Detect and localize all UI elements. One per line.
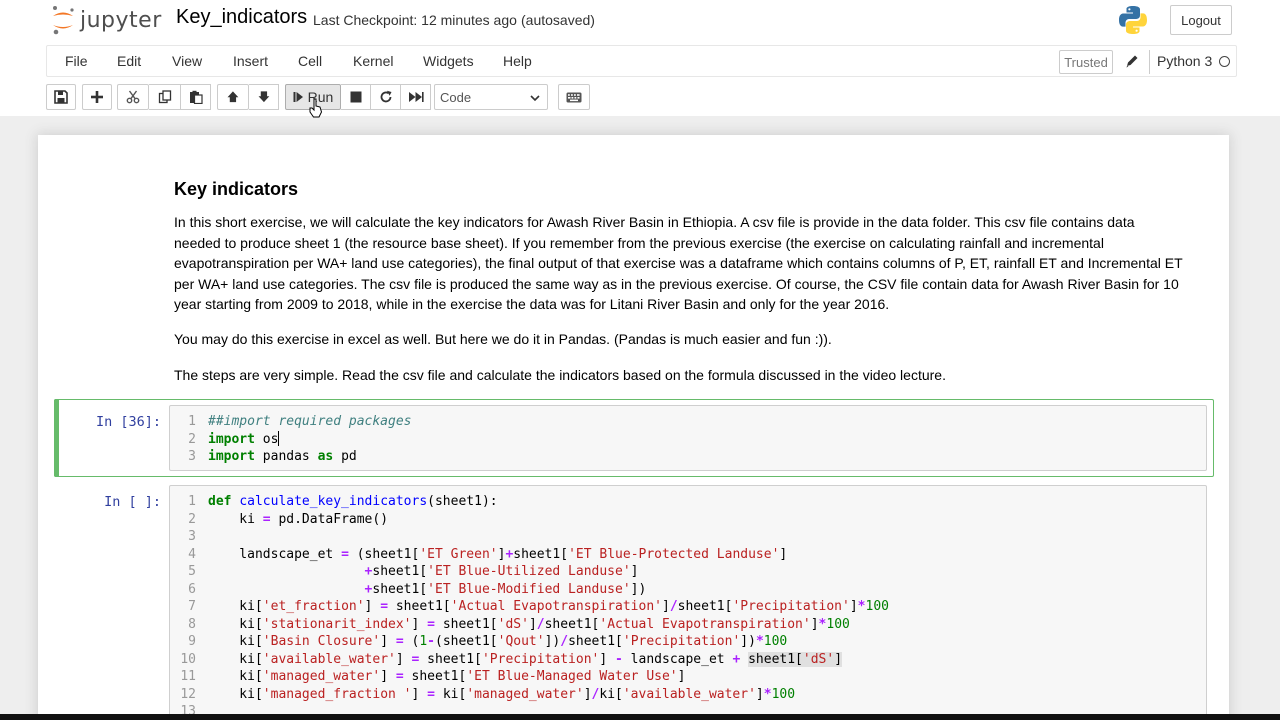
notebook-name[interactable]: Key_indicators: [176, 6, 307, 29]
save-button[interactable]: [46, 84, 76, 110]
chevron-down-icon: [530, 95, 540, 102]
save-icon: [54, 90, 68, 104]
autosave-status: (autosaved): [521, 12, 595, 28]
keyboard-icon: [566, 92, 582, 102]
menu-widgets[interactable]: Widgets: [423, 53, 474, 69]
markdown-paragraph-steps: The steps are very simple. Read the csv …: [174, 367, 946, 383]
section-heading: Key indicators: [174, 179, 299, 199]
arrow-down-icon: [258, 91, 269, 103]
cut-button[interactable]: [117, 84, 149, 110]
move-cell-up-button[interactable]: [217, 84, 249, 110]
move-cell-down-button[interactable]: [249, 84, 279, 110]
logout-button[interactable]: Logout: [1170, 5, 1232, 35]
text-cursor: [278, 430, 280, 446]
kernel-divider: [1149, 50, 1150, 74]
notebook-header: jupyter Key_indicators Last Checkpoint: …: [0, 0, 1280, 118]
menu-view[interactable]: View: [172, 53, 202, 69]
copy-icon: [158, 90, 171, 104]
cell-prompt: In [36]:: [95, 414, 161, 430]
insert-cell-button[interactable]: [82, 84, 112, 110]
code-cell-key-indicators[interactable]: In [ ]: 1 def calculate_key_indicators(sh…: [54, 479, 1214, 720]
code-editor[interactable]: 1 def calculate_key_indicators(sheet1): 2…: [169, 485, 1207, 720]
cell-type-select[interactable]: Code: [434, 84, 548, 110]
jupyter-logo-text: jupyter: [80, 7, 162, 33]
notebook-container: Key indicators In this short exercise, w…: [38, 135, 1229, 720]
plus-icon: [91, 91, 103, 103]
step-forward-icon: [293, 92, 303, 102]
menu-help[interactable]: Help: [503, 53, 532, 69]
fast-forward-icon: [408, 92, 424, 102]
command-palette-button[interactable]: [558, 84, 590, 110]
stop-icon: [350, 91, 361, 103]
trusted-notebook-indicator[interactable]: Trusted: [1059, 50, 1113, 74]
interrupt-kernel-button[interactable]: [341, 84, 371, 110]
cell-type-value: Code: [440, 89, 472, 105]
refresh-icon: [380, 90, 391, 103]
pencil-icon[interactable]: [1125, 53, 1139, 69]
arrow-up-icon: [227, 91, 239, 103]
kernel-name[interactable]: Python 3: [1157, 53, 1212, 69]
paste-icon: [189, 90, 203, 104]
restart-kernel-button[interactable]: [371, 84, 401, 110]
bottom-edge-bar: [0, 714, 1280, 720]
kernel-idle-icon: [1219, 56, 1230, 67]
code-editor[interactable]: 1 ##import required packages 2 import os 3…: [169, 405, 1207, 471]
code-cell-imports[interactable]: In [36]: 1 ##import required packages 2 im…: [54, 399, 1214, 477]
menu-edit[interactable]: Edit: [117, 53, 141, 69]
jupyter-logo[interactable]: jupyter: [50, 4, 162, 36]
scissors-icon: [126, 90, 140, 104]
paste-button[interactable]: [181, 84, 211, 110]
markdown-paragraph-intro: In this short exercise, we will calculat…: [174, 214, 1183, 312]
markdown-cell-heading[interactable]: Key indicators: [174, 179, 1184, 200]
header-top-bar: jupyter Key_indicators Last Checkpoint: …: [0, 0, 1280, 44]
menu-file[interactable]: File: [65, 53, 88, 69]
copy-button[interactable]: [149, 84, 181, 110]
menu-cell[interactable]: Cell: [298, 53, 322, 69]
last-checkpoint: Last Checkpoint: 12 minutes ago: [313, 12, 517, 28]
python-logo-icon: [1117, 4, 1149, 36]
cell-prompt: In [ ]:: [104, 494, 161, 510]
menu-kernel[interactable]: Kernel: [353, 53, 393, 69]
menu-insert[interactable]: Insert: [233, 53, 268, 69]
mouse-cursor-icon: [309, 98, 323, 123]
restart-run-all-button[interactable]: [401, 84, 431, 110]
markdown-paragraph-pandas: You may do this exercise in excel as wel…: [174, 331, 832, 347]
jupyter-logo-icon: [50, 5, 76, 35]
menubar: File Edit View Insert Cell Kernel Widget…: [46, 45, 1237, 77]
